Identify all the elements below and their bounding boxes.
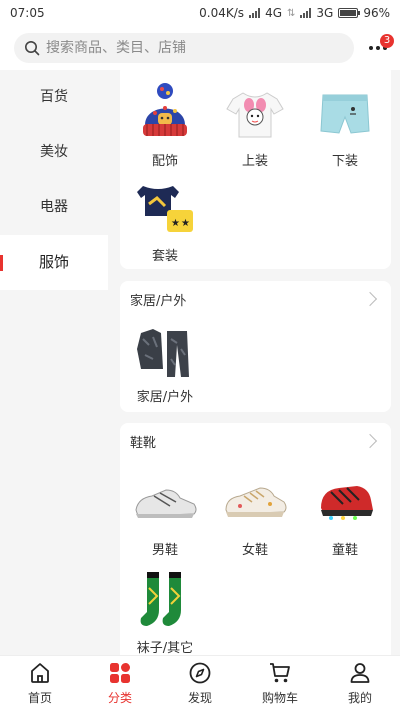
socks-image	[130, 565, 200, 635]
category-content: 配饰 上装 下装 ★ ★ 套装 家居/户外 家居/户外 鞋靴 男鞋 女鞋 童鞋 …	[108, 70, 400, 655]
cart-icon	[270, 663, 290, 683]
svg-text:★: ★	[171, 218, 180, 229]
svg-text:★: ★	[181, 218, 190, 229]
category-item-womens-shoes[interactable]: 女鞋	[210, 467, 300, 565]
chevron-right-icon	[362, 291, 378, 307]
status-bar: 07:05 0.04K/s 4G ⇅ 3G 96%	[0, 0, 400, 26]
notification-badge: 3	[380, 34, 394, 48]
mens-sneaker-image	[130, 467, 200, 537]
section-header-shoes[interactable]: 鞋靴	[120, 423, 391, 459]
category-item-tops[interactable]: 上装	[210, 78, 300, 173]
bottom-tab-bar: 首页 分类 发现 购物车 我的	[0, 655, 400, 711]
tab-label: 购物车	[261, 691, 298, 705]
tab-label: 发现	[187, 691, 212, 705]
search-input[interactable]	[46, 40, 326, 56]
section-card-home-outdoor: 家居/户外 家居/户外	[120, 281, 391, 412]
user-icon	[350, 663, 370, 683]
category-item-label: 童鞋	[331, 543, 358, 558]
sidebar-item-label: 电器	[40, 199, 68, 215]
outfit-set-image: ★ ★	[130, 173, 200, 243]
category-item-home-outdoor[interactable]: 家居/户外	[120, 317, 210, 405]
tab-discover[interactable]: 发现	[160, 656, 240, 711]
data-arrows-icon: ⇅	[287, 7, 296, 19]
category-item-label: 配饰	[151, 154, 178, 169]
category-item-label: 套装	[151, 249, 178, 264]
section-title: 家居/户外	[130, 293, 187, 309]
outdoor-suit-image	[130, 317, 200, 384]
section-card-shoes: 鞋靴 男鞋 女鞋 童鞋 袜子/其它	[120, 423, 391, 655]
category-item-label: 袜子/其它	[136, 641, 194, 655]
tab-label: 分类	[107, 691, 132, 705]
section-title: 鞋靴	[130, 435, 157, 451]
sidebar-item-meizhuang[interactable]: 美妆	[0, 125, 108, 180]
tshirt-image	[220, 78, 290, 148]
battery-icon	[338, 8, 361, 18]
network-speed: 0.04K/s	[199, 6, 245, 20]
category-item-label: 家居/户外	[136, 390, 194, 405]
tab-label: 我的	[347, 691, 372, 705]
sidebar-item-label: 百货	[40, 89, 68, 105]
category-item-sets[interactable]: ★ ★ 套装	[120, 173, 210, 268]
more-button[interactable]: 3	[364, 32, 394, 64]
search-bar[interactable]	[14, 33, 354, 63]
sidebar-item-dianqi[interactable]: 电器	[0, 180, 108, 235]
category-item-socks-other[interactable]: 袜子/其它	[120, 565, 210, 655]
section-header-home-outdoor[interactable]: 家居/户外	[120, 281, 391, 317]
status-time: 07:05	[10, 6, 45, 20]
sidebar-item-label: 美妆	[40, 144, 68, 160]
shorts-image	[310, 78, 380, 148]
network-type-2: 3G	[316, 6, 334, 20]
category-icon	[110, 663, 130, 683]
category-sidebar: 百货 美妆 电器 服饰	[0, 70, 108, 655]
womens-sneaker-image	[220, 467, 290, 537]
category-item-label: 下装	[331, 154, 358, 169]
signal-icon	[249, 8, 261, 18]
search-icon	[25, 41, 40, 56]
category-item-label: 女鞋	[241, 543, 268, 558]
network-type-1: 4G	[265, 6, 282, 20]
home-icon	[31, 663, 49, 683]
tab-profile[interactable]: 我的	[320, 656, 400, 711]
signal-icon-2	[300, 8, 312, 18]
sidebar-item-label: 服饰	[38, 253, 69, 271]
compass-icon	[189, 662, 211, 684]
section-card-apparel: 配饰 上装 下装 ★ ★ 套装	[120, 70, 391, 269]
category-item-mens-shoes[interactable]: 男鞋	[120, 467, 210, 565]
chevron-right-icon	[362, 433, 378, 449]
sidebar-item-fushi[interactable]: 服饰	[0, 235, 108, 290]
kids-shoe-image	[310, 467, 380, 537]
category-item-accessories[interactable]: 配饰	[120, 78, 210, 173]
category-item-label: 男鞋	[151, 543, 178, 558]
tab-label: 首页	[27, 691, 52, 705]
beanie-hat-image	[130, 78, 200, 148]
tab-category[interactable]: 分类	[80, 656, 160, 711]
category-item-bottoms[interactable]: 下装	[300, 78, 390, 173]
battery-percent: 96%	[363, 6, 390, 20]
category-item-kids-shoes[interactable]: 童鞋	[300, 467, 390, 565]
sidebar-item-baihuo[interactable]: 百货	[0, 70, 108, 125]
search-header: 3	[0, 26, 400, 70]
category-item-label: 上装	[241, 154, 268, 169]
tab-cart[interactable]: 购物车	[240, 656, 320, 711]
tab-home[interactable]: 首页	[0, 656, 80, 711]
